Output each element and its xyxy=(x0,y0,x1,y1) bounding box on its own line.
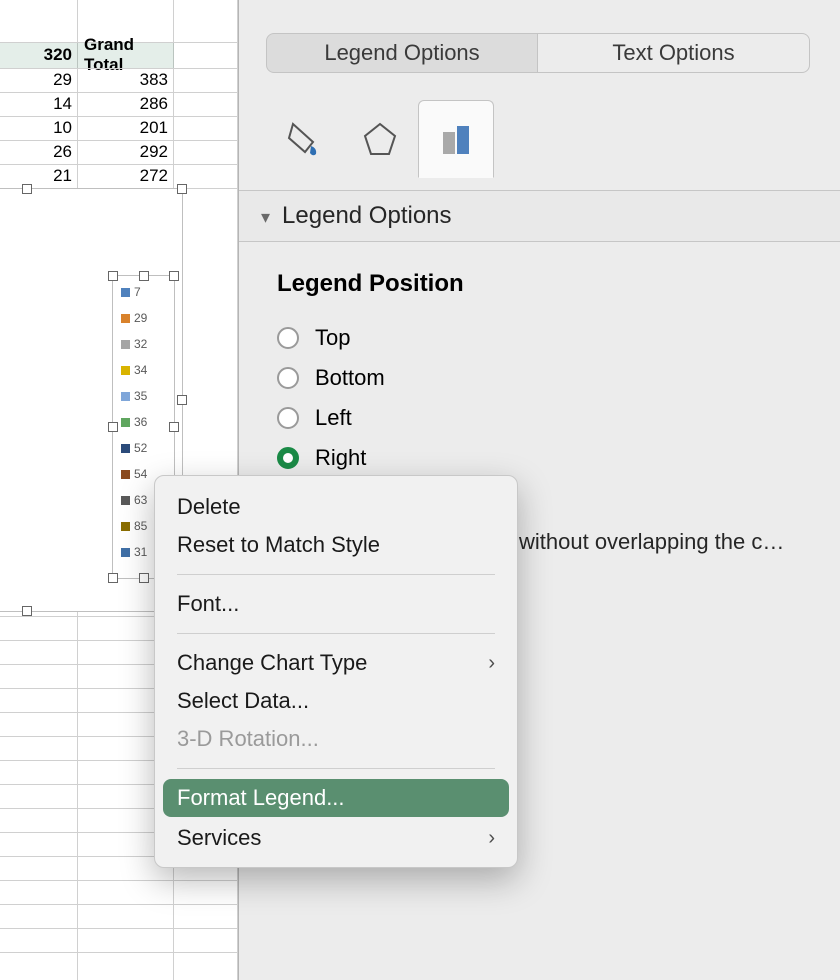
tab-legend-options[interactable]: Legend Options xyxy=(266,33,538,73)
cell[interactable]: 201 xyxy=(78,116,174,140)
radio-icon xyxy=(277,407,299,429)
menu-format-legend[interactable]: Format Legend... xyxy=(163,779,509,817)
legend-properties-icon[interactable] xyxy=(418,100,494,178)
cell[interactable]: 29 xyxy=(0,68,78,92)
resize-handle[interactable] xyxy=(169,422,179,432)
radio-bottom[interactable]: Bottom xyxy=(277,358,385,398)
menu-select-data[interactable]: Select Data... xyxy=(155,682,517,720)
radio-label: Left xyxy=(315,405,352,431)
legend-position-group: Top Bottom Left Right xyxy=(277,318,385,478)
cell[interactable]: 26 xyxy=(0,140,78,164)
legend-label: 32 xyxy=(134,337,147,351)
cell[interactable]: 21 xyxy=(0,164,78,188)
section-legend-options[interactable]: ▾ Legend Options xyxy=(239,190,840,242)
legend-label: 63 xyxy=(134,493,147,507)
legend-label: 36 xyxy=(134,415,147,429)
resize-handle[interactable] xyxy=(169,271,179,281)
cell[interactable]: 292 xyxy=(78,140,174,164)
radio-label: Right xyxy=(315,445,366,471)
legend-label: 29 xyxy=(134,311,147,325)
legend-label: 31 xyxy=(134,545,147,559)
radio-label: Top xyxy=(315,325,350,351)
cell[interactable]: 286 xyxy=(78,92,174,116)
context-menu: Delete Reset to Match Style Font... Chan… xyxy=(154,475,518,868)
col-header-320[interactable]: 320 xyxy=(0,42,78,68)
resize-handle[interactable] xyxy=(108,271,118,281)
resize-handle[interactable] xyxy=(108,422,118,432)
legend-label: 54 xyxy=(134,467,147,481)
chevron-right-icon: › xyxy=(488,827,495,850)
legend-label: 35 xyxy=(134,389,147,403)
radio-right[interactable]: Right xyxy=(277,438,385,478)
legend-position-heading: Legend Position xyxy=(277,270,464,298)
resize-handle[interactable] xyxy=(177,184,187,194)
menu-services[interactable]: Services › xyxy=(155,819,517,857)
chevron-down-icon: ▾ xyxy=(261,207,270,228)
cell[interactable]: 14 xyxy=(0,92,78,116)
menu-separator xyxy=(177,633,495,634)
section-title: Legend Options xyxy=(282,202,451,230)
menu-reset-style[interactable]: Reset to Match Style xyxy=(155,526,517,564)
radio-top[interactable]: Top xyxy=(277,318,385,358)
cell[interactable]: 272 xyxy=(78,164,174,188)
resize-handle[interactable] xyxy=(22,606,32,616)
resize-handle[interactable] xyxy=(108,573,118,583)
menu-font[interactable]: Font... xyxy=(155,585,517,623)
radio-icon xyxy=(277,447,299,469)
resize-handle[interactable] xyxy=(177,395,187,405)
menu-change-chart-type[interactable]: Change Chart Type › xyxy=(155,644,517,682)
menu-delete[interactable]: Delete xyxy=(155,488,517,526)
resize-handle[interactable] xyxy=(139,573,149,583)
radio-icon xyxy=(277,327,299,349)
legend-label: 7 xyxy=(134,285,141,299)
radio-left[interactable]: Left xyxy=(277,398,385,438)
resize-handle[interactable] xyxy=(139,271,149,281)
col-header-grand-total[interactable]: Grand Total xyxy=(78,42,174,68)
effects-icon[interactable] xyxy=(342,100,418,178)
cell[interactable]: 10 xyxy=(0,116,78,140)
radio-label: Bottom xyxy=(315,365,385,391)
menu-3d-rotation: 3-D Rotation... xyxy=(155,720,517,758)
radio-icon xyxy=(277,367,299,389)
legend-label: 34 xyxy=(134,363,147,377)
resize-handle[interactable] xyxy=(22,184,32,194)
fill-line-icon[interactable] xyxy=(266,100,342,178)
tab-text-options[interactable]: Text Options xyxy=(538,33,810,73)
chevron-right-icon: › xyxy=(488,652,495,675)
legend-label: 52 xyxy=(134,441,147,455)
menu-separator xyxy=(177,768,495,769)
menu-separator xyxy=(177,574,495,575)
legend-label: 85 xyxy=(134,519,147,533)
overlap-text: without overlapping the c… xyxy=(519,529,784,555)
cell[interactable]: 383 xyxy=(78,68,174,92)
